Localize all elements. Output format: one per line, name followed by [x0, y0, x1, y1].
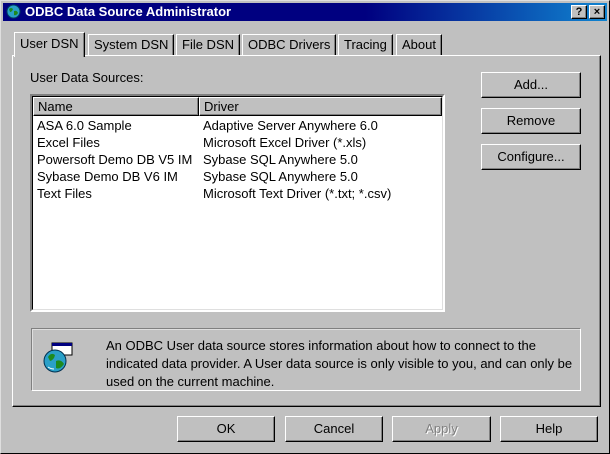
- odbc-admin-window: ODBC Data Source Administrator ? × User …: [0, 0, 610, 454]
- data-source-driver: Sybase SQL Anywhere 5.0: [203, 169, 358, 184]
- help-button[interactable]: ?: [571, 5, 587, 19]
- data-source-driver: Sybase SQL Anywhere 5.0: [203, 152, 358, 167]
- data-source-name: Powersoft Demo DB V5 IM: [37, 152, 193, 167]
- list-item[interactable]: Excel Files Microsoft Excel Driver (*.xl…: [33, 134, 442, 151]
- tab-file-dsn[interactable]: File DSN: [176, 34, 241, 56]
- description-text: An ODBC User data source stores informat…: [106, 338, 573, 389]
- odbc-globe-icon: [43, 342, 73, 373]
- tab-tracing[interactable]: Tracing: [338, 34, 393, 56]
- list-item[interactable]: Powersoft Demo DB V5 IM Sybase SQL Anywh…: [33, 151, 442, 168]
- list-item[interactable]: ASA 6.0 Sample Adaptive Server Anywhere …: [33, 117, 442, 134]
- data-source-name: Excel Files: [37, 135, 100, 150]
- ok-button[interactable]: OK: [177, 416, 275, 442]
- window-title: ODBC Data Source Administrator: [25, 4, 232, 19]
- column-header-name[interactable]: Name: [33, 97, 199, 116]
- apply-button[interactable]: Apply: [392, 416, 491, 442]
- user-data-sources-list[interactable]: Name Driver ASA 6.0 Sample Adaptive Serv…: [30, 94, 445, 312]
- tab-system-dsn[interactable]: System DSN: [88, 34, 175, 56]
- globe-icon: [6, 4, 21, 19]
- configure-button[interactable]: Configure...: [481, 144, 581, 170]
- user-data-sources-label: User Data Sources:: [30, 70, 144, 85]
- add-button[interactable]: Add...: [481, 72, 581, 98]
- title-bar[interactable]: ODBC Data Source Administrator ? ×: [3, 3, 607, 21]
- data-source-driver: Microsoft Text Driver (*.txt; *.csv): [203, 186, 392, 201]
- list-item[interactable]: Text Files Microsoft Text Driver (*.txt;…: [33, 185, 442, 202]
- column-header-driver[interactable]: Driver: [199, 97, 442, 116]
- help-footer-button[interactable]: Help: [500, 416, 598, 442]
- list-item[interactable]: Sybase Demo DB V6 IM Sybase SQL Anywhere…: [33, 168, 442, 185]
- data-source-name: Sybase Demo DB V6 IM: [37, 169, 178, 184]
- data-source-name: Text Files: [37, 186, 92, 201]
- data-source-name: ASA 6.0 Sample: [37, 118, 132, 133]
- data-source-driver: Adaptive Server Anywhere 6.0: [203, 118, 378, 133]
- data-source-driver: Microsoft Excel Driver (*.xls): [203, 135, 367, 150]
- tab-user-dsn[interactable]: User DSN: [14, 32, 85, 57]
- tab-about[interactable]: About: [396, 34, 442, 56]
- cancel-button[interactable]: Cancel: [285, 416, 383, 442]
- close-button[interactable]: ×: [589, 5, 605, 19]
- description-group: An ODBC User data source stores informat…: [31, 328, 581, 391]
- remove-button[interactable]: Remove: [481, 108, 581, 134]
- tab-odbc-drivers[interactable]: ODBC Drivers: [242, 34, 337, 56]
